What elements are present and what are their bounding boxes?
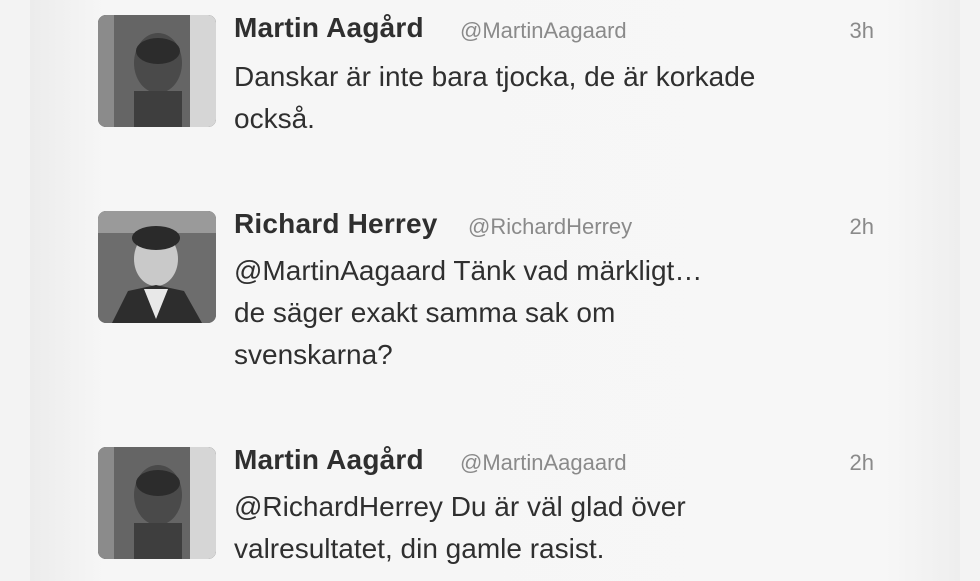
profile-photo-icon: [98, 447, 216, 559]
author-handle[interactable]: @MartinAagaard: [460, 450, 627, 476]
profile-photo-icon: [98, 211, 216, 323]
tweet-text: @RichardHerrey Du är väl glad över valre…: [234, 486, 894, 570]
tweet-timestamp[interactable]: 3h: [850, 18, 874, 44]
tweet-header: Martin Aagård @MartinAagaard 2h: [234, 444, 874, 480]
author-handle[interactable]: @MartinAagaard: [460, 18, 627, 44]
tweet-text-line: @RichardHerrey Du är väl glad över: [234, 491, 686, 522]
tweet-text-line: Danskar är inte bara tjocka, de är korka…: [234, 61, 756, 92]
tweet-timestamp[interactable]: 2h: [850, 450, 874, 476]
author-handle[interactable]: @RichardHerrey: [468, 214, 632, 240]
author-name[interactable]: Martin Aagård: [234, 444, 424, 476]
tweet-text-line: @MartinAagaard Tänk vad märkligt…: [234, 255, 703, 286]
profile-photo-icon: [98, 15, 216, 127]
tweet-text-line: de säger exakt samma sak om: [234, 297, 616, 328]
tweet-text-line: svenskarna?: [234, 339, 393, 370]
author-name[interactable]: Martin Aagård: [234, 12, 424, 44]
tweet-text: Danskar är inte bara tjocka, de är korka…: [234, 56, 894, 140]
avatar-martin-aagard-1[interactable]: [98, 15, 216, 127]
tweet-header: Richard Herrey @RichardHerrey 2h: [234, 208, 874, 244]
tweet-text-line: valresultatet, din gamle rasist.: [234, 533, 605, 564]
avatar-richard-herrey[interactable]: [98, 211, 216, 323]
tweet-timestamp[interactable]: 2h: [850, 214, 874, 240]
avatar-martin-aagard-2[interactable]: [98, 447, 216, 559]
author-name[interactable]: Richard Herrey: [234, 208, 438, 240]
tweet-text-line: också.: [234, 103, 315, 134]
tweet-text: @MartinAagaard Tänk vad märkligt… de säg…: [234, 250, 894, 376]
tweet-header: Martin Aagård @MartinAagaard 3h: [234, 12, 874, 48]
tweet-timeline: Martin Aagård @MartinAagaard 3h Danskar …: [30, 0, 960, 581]
